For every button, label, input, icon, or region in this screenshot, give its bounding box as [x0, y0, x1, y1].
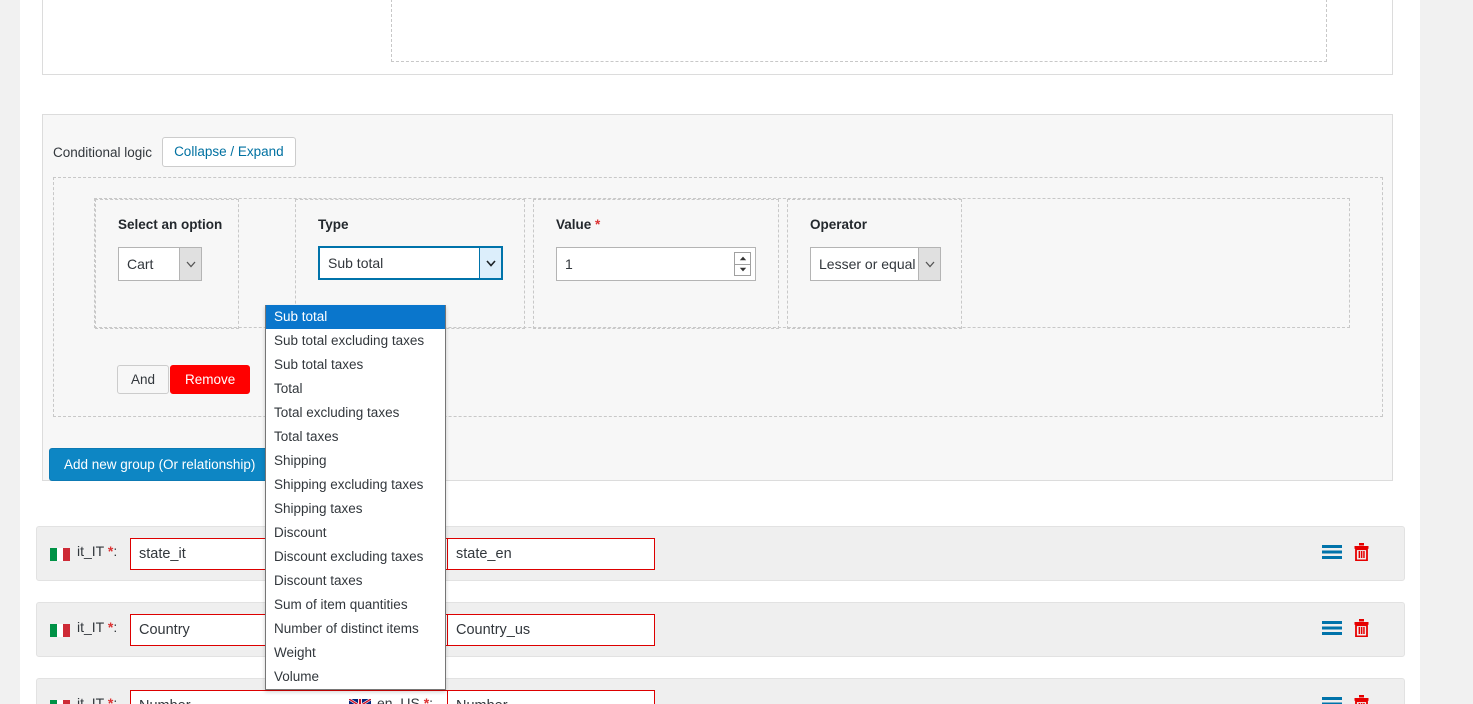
- hamburger-icon[interactable]: [1322, 544, 1342, 560]
- top-panel: value2 : value 2 value2 : value 2 en: [42, 0, 1393, 75]
- locale-separator-left: :: [113, 619, 117, 635]
- type-value: Sub total: [320, 248, 479, 278]
- dropdown-option[interactable]: Total taxes: [266, 425, 445, 449]
- dropdown-option[interactable]: Shipping: [266, 449, 445, 473]
- chevron-down-icon: [918, 248, 940, 280]
- trash-icon[interactable]: [1354, 695, 1369, 704]
- trash-icon[interactable]: [1354, 619, 1369, 637]
- select-an-option-value: Cart: [119, 248, 179, 280]
- operator-dropdown[interactable]: Lesser or equal: [810, 247, 941, 281]
- locale-separator-left: :: [113, 695, 117, 704]
- label-value-text: Value: [556, 217, 591, 232]
- conditional-logic-header: Conditional logic Collapse / Expand: [53, 137, 296, 167]
- locale-code-right: en_US: [377, 695, 420, 704]
- required-asterisk: *: [595, 217, 600, 232]
- table-row: it_IT *: Country Country_us: [36, 602, 1405, 657]
- label-type: Type: [318, 217, 349, 232]
- label-operator: Operator: [810, 217, 867, 232]
- locale-label-left: it_IT *:: [77, 695, 117, 704]
- flag-it-icon: [50, 700, 70, 704]
- dropdown-option[interactable]: Volume: [266, 665, 445, 689]
- field-value: Value * 1: [533, 199, 779, 329]
- dropdown-option[interactable]: Shipping excluding taxes: [266, 473, 445, 497]
- field-operator: Operator Lesser or equal: [787, 199, 962, 329]
- conditions-outer-container: Select an option Cart Type Sub total: [53, 177, 1383, 417]
- table-row: it_IT *: Number en_US *: Number: [36, 678, 1405, 704]
- label-select-an-option: Select an option: [118, 217, 222, 232]
- dropdown-option[interactable]: Number of distinct items: [266, 617, 445, 641]
- row-actions: [1322, 543, 1369, 561]
- label-value: Value *: [556, 217, 600, 232]
- collapse-expand-button[interactable]: Collapse / Expand: [162, 137, 296, 167]
- page-root: value2 : value 2 value2 : value 2 en Con…: [0, 0, 1473, 704]
- conditional-logic-panel: Conditional logic Collapse / Expand Sele…: [42, 114, 1393, 481]
- chevron-down-icon: [179, 248, 201, 280]
- dropdown-option[interactable]: Sum of item quantities: [266, 593, 445, 617]
- conditional-logic-title: Conditional logic: [53, 145, 152, 160]
- dropdown-option[interactable]: Sub total taxes: [266, 353, 445, 377]
- remove-button[interactable]: Remove: [170, 365, 250, 394]
- field-select-an-option: Select an option Cart: [95, 199, 239, 329]
- dropdown-option[interactable]: Total excluding taxes: [266, 401, 445, 425]
- dropdown-option[interactable]: Discount taxes: [266, 569, 445, 593]
- flag-en-icon: [349, 699, 371, 704]
- locale-separator-right: :: [429, 695, 433, 704]
- add-new-group-button[interactable]: Add new group (Or relationship): [49, 448, 270, 481]
- value-input-en[interactable]: Country_us: [447, 614, 655, 646]
- hamburger-icon[interactable]: [1322, 696, 1342, 704]
- spinner-down-icon[interactable]: [735, 265, 750, 276]
- dropdown-option[interactable]: Sub total: [266, 305, 445, 329]
- value-input-en[interactable]: state_en: [447, 538, 655, 570]
- number-spinner[interactable]: [734, 252, 751, 276]
- locale-label-right: en_US *:: [377, 695, 433, 704]
- locale-code-left: it_IT: [77, 543, 104, 559]
- value-input-en[interactable]: Number: [447, 690, 655, 704]
- locale-code-left: it_IT: [77, 619, 104, 635]
- hamburger-icon[interactable]: [1322, 620, 1342, 636]
- table-row: it_IT *: state_it state_en: [36, 526, 1405, 581]
- select-an-option-dropdown[interactable]: Cart: [118, 247, 202, 281]
- dropdown-option[interactable]: Shipping taxes: [266, 497, 445, 521]
- locale-code-left: it_IT: [77, 695, 104, 704]
- locale-separator-left: :: [113, 543, 117, 559]
- operator-value: Lesser or equal: [811, 248, 918, 280]
- top-dashed-container: value2 : value 2 value2 : value 2 en: [391, 0, 1327, 62]
- flag-it-icon: [50, 624, 70, 637]
- spinner-up-icon[interactable]: [735, 253, 750, 265]
- locale-label-left: it_IT *:: [77, 619, 117, 635]
- value-number-input[interactable]: 1: [556, 247, 756, 281]
- and-button[interactable]: And: [117, 365, 169, 394]
- type-dropdown[interactable]: Sub total: [318, 246, 503, 280]
- value-number-text: 1: [557, 256, 734, 272]
- dropdown-option[interactable]: Discount excluding taxes: [266, 545, 445, 569]
- chevron-down-icon: [479, 248, 501, 278]
- dropdown-option[interactable]: Sub total excluding taxes: [266, 329, 445, 353]
- trash-icon[interactable]: [1354, 543, 1369, 561]
- locale-label-left: it_IT *:: [77, 543, 117, 559]
- row-actions: [1322, 619, 1369, 637]
- flag-it-icon: [50, 548, 70, 561]
- page-background-right: [1420, 0, 1473, 704]
- row-actions: [1322, 695, 1369, 704]
- dropdown-option[interactable]: Total: [266, 377, 445, 401]
- dropdown-option[interactable]: Discount: [266, 521, 445, 545]
- dropdown-option[interactable]: Weight: [266, 641, 445, 665]
- type-dropdown-options-list[interactable]: Sub totalSub total excluding taxesSub to…: [265, 305, 446, 690]
